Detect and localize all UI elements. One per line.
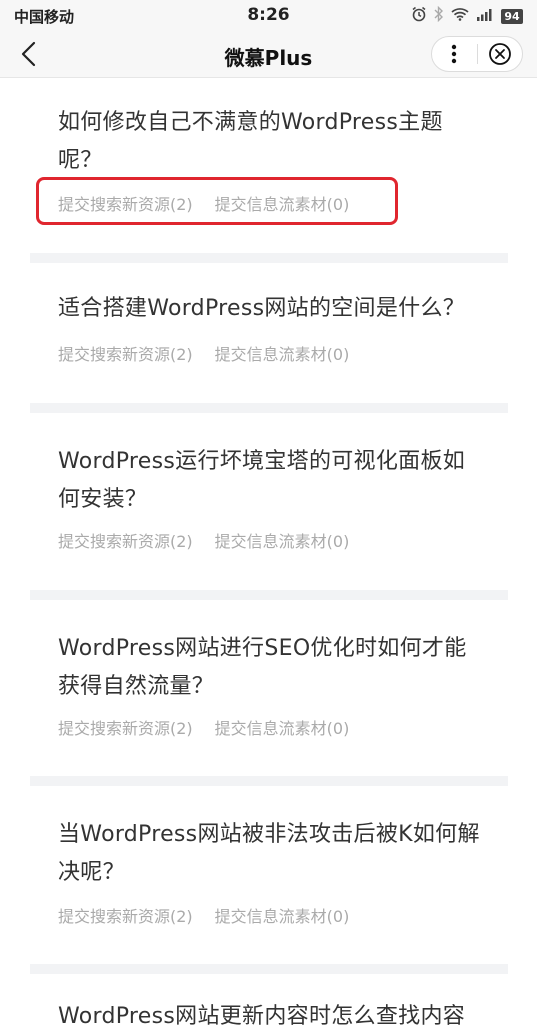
question-meta: 提交搜索新资源(2) 提交信息流素材(0) [58, 528, 349, 552]
submit-search-resource-link[interactable]: 提交搜索新资源(2) [58, 532, 193, 551]
close-circle-icon [488, 43, 511, 65]
submit-search-resource-link[interactable]: 提交搜索新资源(2) [58, 719, 193, 738]
submit-search-resource-link[interactable]: 提交搜索新资源(2) [58, 345, 193, 364]
question-meta: 提交搜索新资源(2) 提交信息流素材(0) [58, 903, 349, 927]
list-item[interactable]: 当WordPress网站被非法攻击后被K如何解决呢？ 提交搜索新资源(2) 提交信… [0, 786, 537, 966]
more-button[interactable] [432, 37, 477, 71]
question-title[interactable]: WordPress网站进行SEO优化时如何才能获得自然流量？ [58, 630, 483, 706]
submit-feed-material-link[interactable]: 提交信息流素材(0) [215, 719, 350, 738]
submit-search-resource-link[interactable]: 提交搜索新资源(2) [58, 907, 193, 926]
status-icons: 94 [411, 5, 523, 27]
list-item[interactable]: WordPress网站进行SEO优化时如何才能获得自然流量？ 提交搜索新资源(2… [0, 600, 537, 790]
highlight-annotation [36, 177, 398, 225]
list-divider [30, 253, 508, 263]
question-title[interactable]: WordPress运行坏境宝塔的可视化面板如何安装？ [58, 443, 483, 519]
wifi-icon [451, 7, 469, 26]
question-title[interactable]: 如何修改自己不满意的WordPress主题呢？ [58, 104, 483, 180]
list-divider [30, 776, 508, 786]
list-divider [30, 403, 508, 413]
mini-program-capsule [431, 36, 523, 72]
more-vertical-icon [452, 44, 457, 64]
list-divider [30, 590, 508, 600]
alarm-icon [411, 6, 427, 27]
question-title[interactable]: 适合搭建WordPress网站的空间是什么？ [58, 290, 483, 328]
list-divider [30, 964, 508, 974]
status-bar: 中国移动 8:26 94 [0, 0, 537, 30]
list-item[interactable]: WordPress网站更新内容时怎么查找内容 [0, 974, 537, 1028]
list-item[interactable]: WordPress运行坏境宝塔的可视化面板如何安装？ 提交搜索新资源(2) 提交信… [0, 413, 537, 603]
bluetooth-icon [434, 5, 444, 27]
battery-icon: 94 [501, 9, 523, 24]
submit-feed-material-link[interactable]: 提交信息流素材(0) [215, 345, 350, 364]
list-item[interactable]: 适合搭建WordPress网站的空间是什么？ 提交搜索新资源(2) 提交信息流素材… [0, 263, 537, 413]
question-meta: 提交搜索新资源(2) 提交信息流素材(0) [58, 715, 349, 739]
submit-feed-material-link[interactable]: 提交信息流素材(0) [215, 907, 350, 926]
submit-feed-material-link[interactable]: 提交信息流素材(0) [215, 532, 350, 551]
nav-bar: 微慕Plus [0, 30, 537, 78]
signal-icon [476, 7, 494, 26]
question-meta: 提交搜索新资源(2) 提交信息流素材(0) [58, 341, 349, 365]
question-title[interactable]: 当WordPress网站被非法攻击后被K如何解决呢？ [58, 816, 483, 892]
close-button[interactable] [478, 37, 523, 71]
list-item[interactable]: 如何修改自己不满意的WordPress主题呢？ 提交搜索新资源(2) 提交信息流素… [0, 78, 537, 266]
